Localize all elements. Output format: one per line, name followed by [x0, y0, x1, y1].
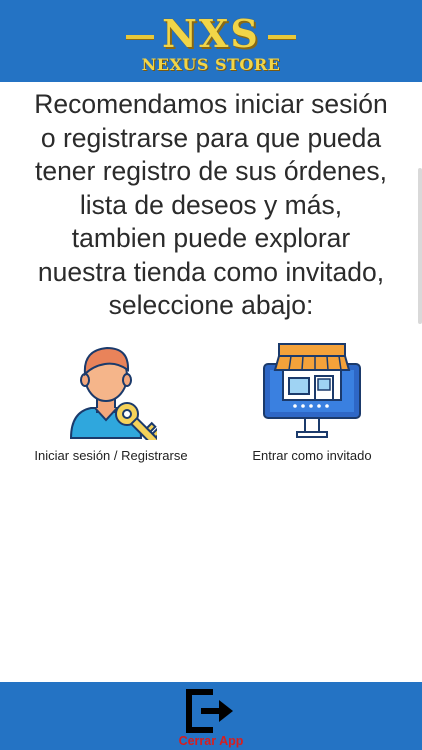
logo-text: NXS: [162, 11, 260, 56]
app-header: NXS NEXUS STORE: [0, 0, 422, 82]
close-app-label: Cerrar App: [178, 734, 244, 748]
login-register-option[interactable]: Iniciar sesión / Registrarse: [20, 340, 202, 463]
login-register-label: Iniciar sesión / Registrarse: [34, 448, 188, 463]
user-key-icon: [69, 346, 157, 440]
guest-option[interactable]: Entrar como invitado: [230, 340, 394, 463]
intro-message: Recomendamos iniciar sesión o registrars…: [34, 89, 388, 320]
scrollbar[interactable]: [418, 168, 422, 324]
guest-label: Entrar como invitado: [252, 448, 372, 463]
storefront-monitor-icon: [263, 343, 361, 438]
exit-icon: [186, 689, 233, 733]
app-footer: Cerrar App: [0, 682, 422, 750]
nexus-store-logo: NXS NEXUS STORE: [126, 5, 296, 77]
logo-subtitle: NEXUS STORE: [141, 55, 281, 74]
close-app-button[interactable]: Cerrar App: [178, 682, 244, 750]
